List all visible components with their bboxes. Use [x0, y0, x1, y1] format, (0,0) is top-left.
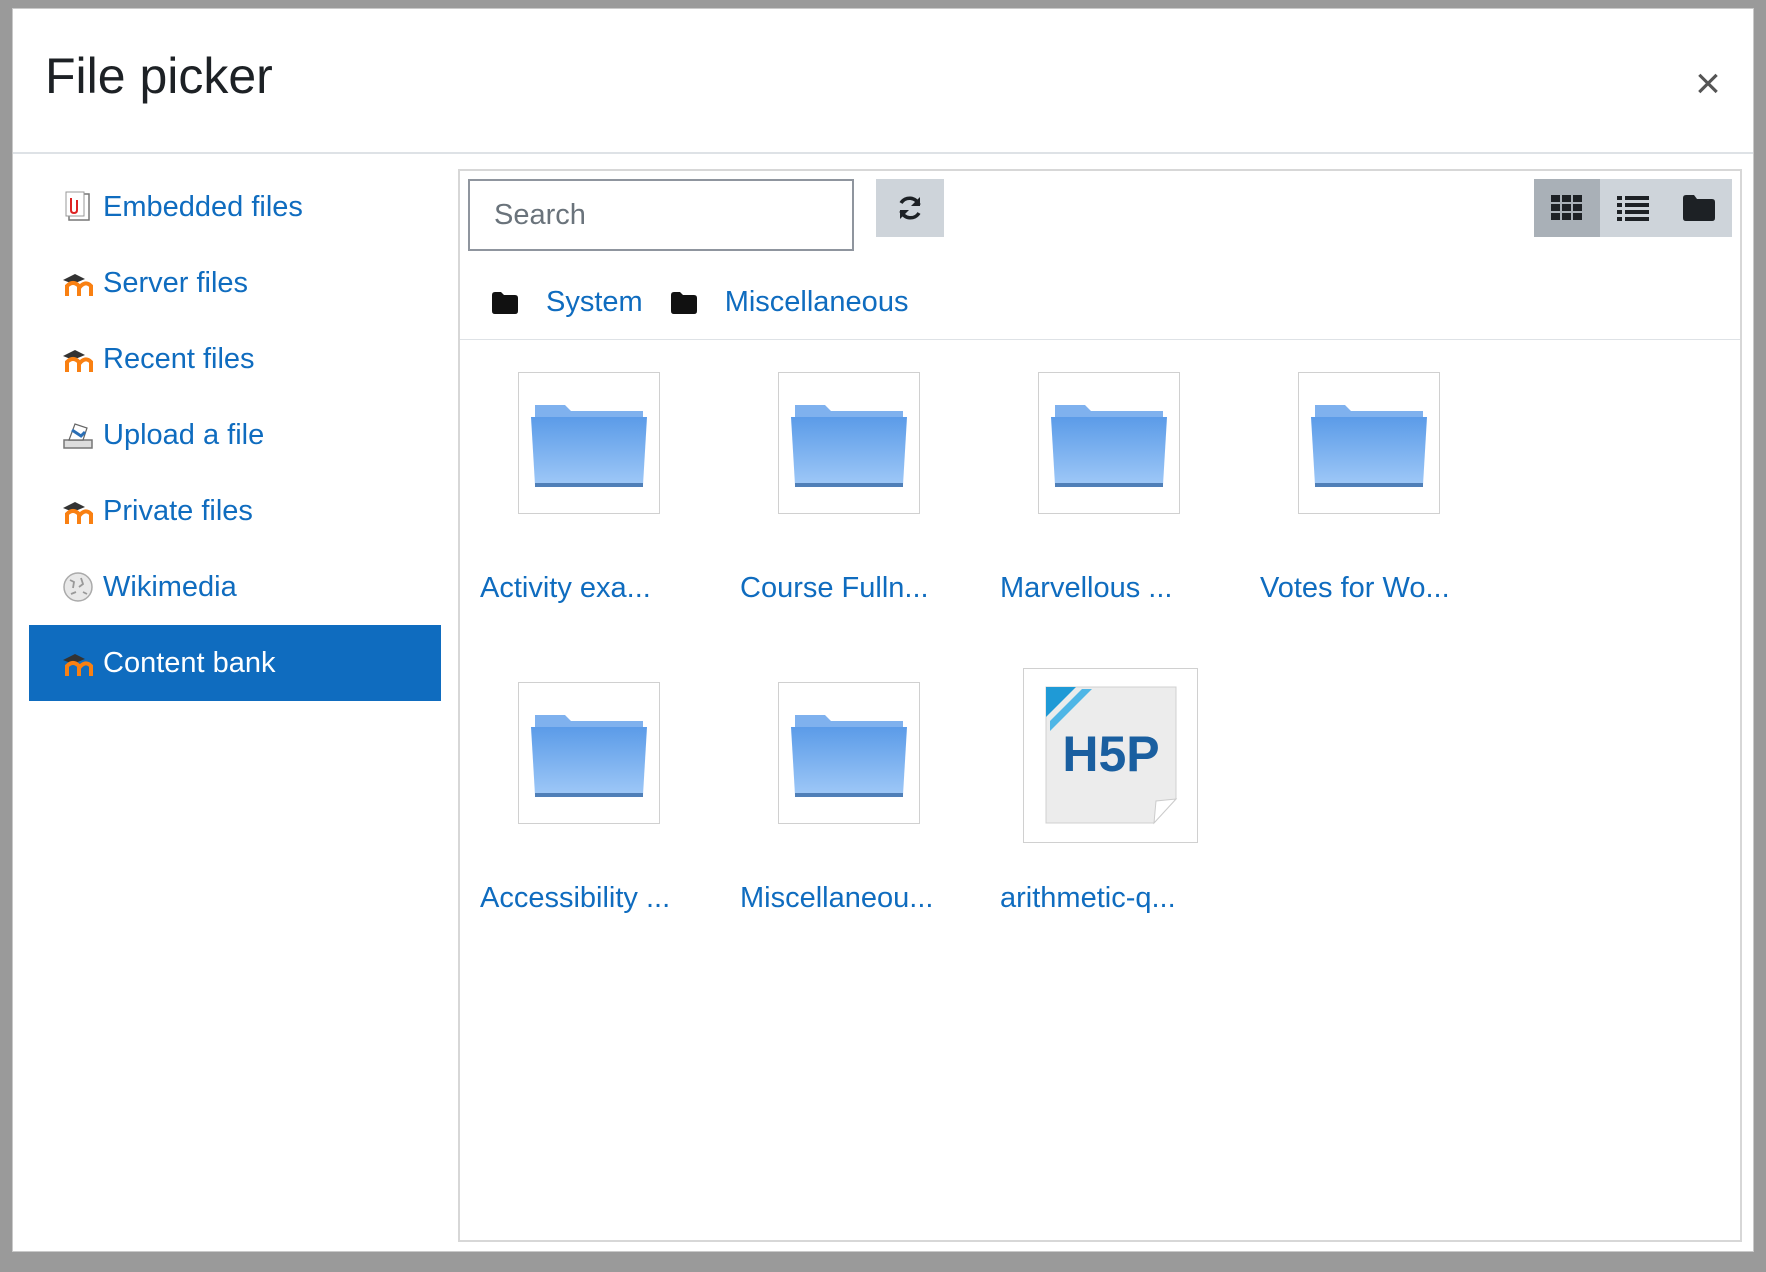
sidebar-item-label: Server files — [103, 266, 249, 299]
file-name: Miscellaneou... — [740, 882, 934, 914]
file-name: Activity exa... — [480, 572, 651, 604]
sidebar-item-content-bank[interactable]: Content bank — [29, 625, 441, 701]
list-view-button[interactable] — [1600, 179, 1666, 237]
tree-view-button[interactable] — [1666, 179, 1732, 237]
file-name: Marvellous ... — [1000, 572, 1173, 604]
folder-icon — [531, 715, 647, 797]
sidebar-item-label: Wikimedia — [103, 570, 237, 603]
sidebar-item-label: Content bank — [103, 646, 276, 679]
folder-thumbnail — [518, 372, 660, 514]
refresh-icon — [899, 196, 921, 220]
sidebar-item-server-files[interactable]: Server files — [29, 245, 441, 321]
folder-thumbnail — [778, 682, 920, 824]
file-tile[interactable]: H5P arithmetic-q... — [980, 668, 1220, 962]
breadcrumb-label: System — [546, 286, 643, 318]
svg-text:H5P: H5P — [1062, 726, 1159, 782]
sidebar-item-wikimedia[interactable]: Wikimedia — [29, 549, 441, 625]
file-browser-toolbar: System Miscellaneous — [460, 171, 1740, 340]
file-tile[interactable]: Marvellous ... — [980, 372, 1220, 652]
breadcrumb-item-miscellaneous[interactable]: Miscellaneous — [670, 286, 909, 319]
file-name: arithmetic-q... — [1000, 882, 1176, 914]
folder-thumbnail — [518, 682, 660, 824]
file-tile[interactable]: Votes for Wo... — [1240, 372, 1480, 652]
sidebar-item-label: Embedded files — [103, 190, 303, 223]
sidebar-item-embedded-files[interactable]: Embedded files — [29, 169, 441, 245]
file-name: Votes for Wo... — [1260, 572, 1450, 604]
modal-header: File picker × — [13, 9, 1753, 154]
moodle-icon — [63, 274, 93, 296]
embedded-files-icon — [65, 191, 90, 221]
moodle-icon — [63, 350, 93, 372]
file-browser-panel: System Miscellaneous — [458, 169, 1742, 1242]
file-name: Course Fulln... — [740, 572, 929, 604]
upload-icon — [63, 423, 93, 449]
folder-icon — [791, 405, 907, 487]
search-input[interactable] — [468, 179, 854, 251]
folder-thumbnail — [1038, 372, 1180, 514]
h5p-file-icon: H5P — [1045, 686, 1177, 824]
view-toggle-group — [1534, 179, 1732, 237]
folder-icon — [791, 715, 907, 797]
modal-title: File picker — [45, 48, 273, 104]
sidebar-item-upload-a-file[interactable]: Upload a file — [29, 397, 441, 473]
breadcrumb-item-system[interactable]: System — [492, 286, 643, 319]
h5p-thumbnail: H5P — [1023, 668, 1198, 843]
breadcrumb: System Miscellaneous — [492, 286, 936, 319]
folder-icon — [1683, 195, 1715, 221]
sidebar-item-label: Upload a file — [103, 418, 265, 451]
wikimedia-icon — [63, 572, 93, 602]
folder-icon — [492, 291, 518, 314]
sidebar-item-label: Private files — [103, 494, 253, 527]
moodle-icon — [63, 502, 93, 524]
moodle-icon — [63, 654, 93, 676]
file-tile[interactable]: Activity exa... — [460, 372, 700, 652]
file-tile[interactable]: Accessibility ... — [460, 682, 700, 962]
breadcrumb-label: Miscellaneous — [724, 286, 909, 318]
close-button[interactable]: × — [1685, 61, 1731, 107]
file-tile[interactable]: Course Fulln... — [720, 372, 960, 652]
folder-icon — [670, 291, 697, 314]
sidebar-item-label: Recent files — [103, 342, 255, 375]
sidebar-item-recent-files[interactable]: Recent files — [29, 321, 441, 397]
file-picker-dialog: File picker × Embedded files Server file… — [12, 8, 1754, 1252]
file-name: Accessibility ... — [480, 882, 671, 914]
folder-icon — [1311, 405, 1427, 487]
refresh-button[interactable] — [876, 179, 944, 237]
folder-thumbnail — [778, 372, 920, 514]
repository-sidebar: Embedded files Server files Recent files… — [29, 169, 441, 701]
folder-icon — [531, 405, 647, 487]
folder-thumbnail — [1298, 372, 1440, 514]
grid-icon — [1551, 195, 1582, 220]
file-tile[interactable]: Miscellaneou... — [720, 682, 960, 962]
icons-view-button[interactable] — [1534, 179, 1600, 237]
file-grid: Activity exa... Course Fulln... Marvello… — [460, 339, 1740, 1240]
folder-icon — [1051, 405, 1167, 487]
list-icon — [1617, 196, 1649, 221]
sidebar-item-private-files[interactable]: Private files — [29, 473, 441, 549]
